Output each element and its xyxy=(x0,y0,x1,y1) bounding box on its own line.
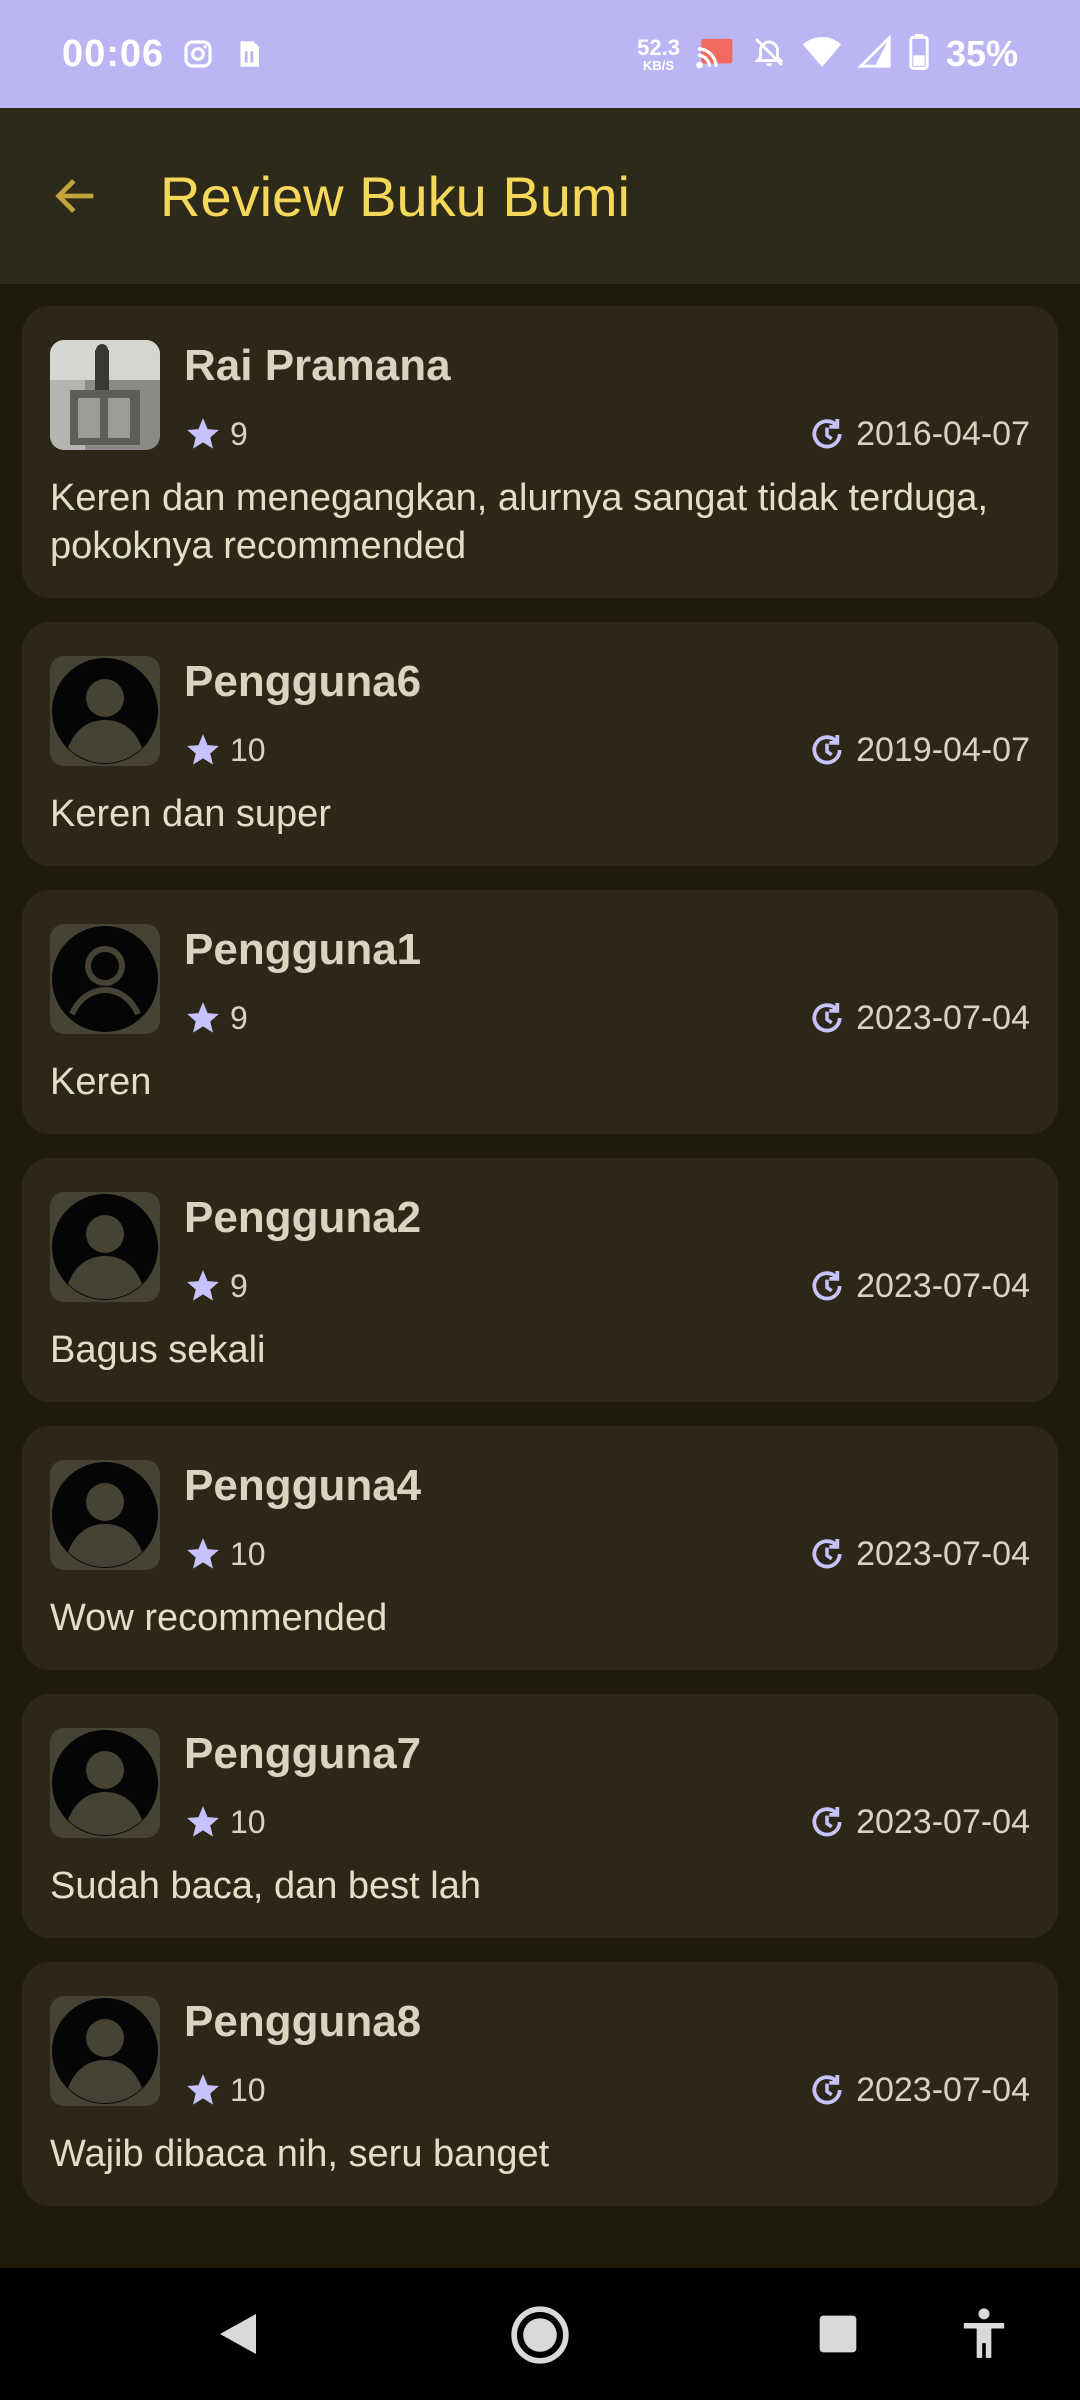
date-value: 2019-04-07 xyxy=(856,730,1030,769)
reviewer-name: Pengguna2 xyxy=(184,1193,422,1242)
review-card[interactable]: Pengguna4 10 2023-07-04 Wow recommended xyxy=(22,1426,1058,1670)
rating: 9 xyxy=(184,1267,248,1305)
reviewer-name: Pengguna1 xyxy=(184,925,422,974)
star-icon xyxy=(187,1806,219,1837)
rating: 10 xyxy=(184,2071,266,2109)
accessibility-icon xyxy=(963,2308,1005,2358)
wifi-icon xyxy=(802,35,842,74)
star-icon xyxy=(187,734,219,765)
battery-icon xyxy=(908,33,930,75)
nav-back-button[interactable] xyxy=(208,2304,268,2364)
review-card[interactable]: Pengguna7 10 2023-07-04 Sudah baca, dan … xyxy=(22,1694,1058,1938)
home-circle-icon xyxy=(511,2306,569,2364)
date-value: 2023-07-04 xyxy=(856,998,1030,1037)
review-date: 2023-07-04 xyxy=(808,1267,1030,1306)
avatar xyxy=(50,1192,160,1302)
review-date: 2016-04-07 xyxy=(808,415,1030,454)
avatar xyxy=(50,1728,160,1838)
review-card[interactable]: Rai Pramana 9 2016-04-07 Keren dan meneg… xyxy=(22,306,1058,598)
arrow-left-icon xyxy=(55,179,94,213)
history-icon xyxy=(812,1002,842,1033)
app-bar: Review Buku Bumi xyxy=(0,108,1080,284)
nav-home-button[interactable] xyxy=(500,2300,580,2370)
rating-value: 10 xyxy=(230,731,266,768)
history-icon xyxy=(812,418,842,449)
star-icon xyxy=(187,1538,219,1569)
history-icon xyxy=(812,1806,842,1837)
avatar xyxy=(50,1996,160,2106)
review-list: Rai Pramana 9 2016-04-07 Keren dan meneg… xyxy=(22,306,1058,2230)
nav-recents-button[interactable] xyxy=(808,2304,868,2364)
reviewer-name: Rai Pramana xyxy=(184,341,451,390)
review-date: 2023-07-04 xyxy=(808,1535,1030,1574)
status-time: 00:06 xyxy=(62,32,165,75)
status-icons: 52.3 KB/S 35% xyxy=(637,33,1018,75)
history-icon xyxy=(812,734,842,765)
signal-icon xyxy=(857,33,892,74)
rating-value: 9 xyxy=(230,1267,248,1304)
date-value: 2023-07-04 xyxy=(856,2070,1030,2109)
net-speed-unit: KB/S xyxy=(642,57,675,73)
reviewer-name: Pengguna7 xyxy=(184,1729,422,1778)
review-text: Keren dan super xyxy=(50,793,331,835)
review-text: Wajib dibaca nih, seru banget xyxy=(50,2133,550,2175)
net-speed-value: 52.3 xyxy=(637,34,680,60)
reviewer-name: Pengguna4 xyxy=(184,1461,422,1510)
reviewer-name: Pengguna8 xyxy=(184,1997,422,2046)
star-icon xyxy=(187,1270,219,1301)
rating: 10 xyxy=(184,1803,266,1841)
history-icon xyxy=(812,2074,842,2105)
review-text: Wow recommended xyxy=(50,1597,388,1639)
review-date: 2023-07-04 xyxy=(808,1803,1030,1842)
back-button[interactable] xyxy=(36,156,116,236)
net-speed: 52.3 KB/S xyxy=(637,34,680,73)
sim-icon xyxy=(232,37,266,71)
reviewer-name: Pengguna6 xyxy=(184,657,422,706)
review-text: Sudah baca, dan best lah xyxy=(50,1865,482,1907)
battery-percent: 35% xyxy=(945,33,1018,74)
star-icon xyxy=(187,2074,219,2105)
rating-value: 9 xyxy=(230,999,248,1036)
history-icon xyxy=(812,1538,842,1569)
avatar xyxy=(50,924,160,1034)
avatar xyxy=(50,1460,160,1570)
review-card[interactable]: Pengguna1 9 2023-07-04 Keren xyxy=(22,890,1058,1134)
review-card[interactable]: Pengguna8 10 2023-07-04 Wajib dibaca nih… xyxy=(22,1962,1058,2206)
page-title: Review Buku Bumi xyxy=(160,164,630,228)
review-date: 2023-07-04 xyxy=(808,2071,1030,2110)
instagram-icon xyxy=(182,38,214,70)
review-date: 2023-07-04 xyxy=(808,999,1030,1038)
review-card[interactable]: Pengguna2 9 2023-07-04 Bagus sekali xyxy=(22,1158,1058,1402)
rating-value: 10 xyxy=(230,1803,266,1840)
rating-value: 10 xyxy=(230,1535,266,1572)
review-text: Keren xyxy=(50,1061,152,1103)
review-card[interactable]: Pengguna6 10 2019-04-07 Keren dan super xyxy=(22,622,1058,866)
avatar xyxy=(50,656,160,766)
review-date: 2019-04-07 xyxy=(808,731,1030,770)
date-value: 2023-07-04 xyxy=(856,1534,1030,1573)
star-icon xyxy=(187,418,219,449)
review-text: Keren dan menegangkan, alurnya sangat ti… xyxy=(50,477,988,567)
nav-accessibility-button[interactable] xyxy=(954,2304,1014,2364)
bell-off-icon xyxy=(752,35,786,74)
date-value: 2023-07-04 xyxy=(856,1802,1030,1841)
rating: 10 xyxy=(184,1535,266,1573)
rating-value: 10 xyxy=(230,2071,266,2108)
review-text: Bagus sekali xyxy=(50,1329,266,1371)
rating-value: 9 xyxy=(230,415,248,452)
star-icon xyxy=(187,1002,219,1033)
rating: 9 xyxy=(184,999,248,1037)
date-value: 2016-04-07 xyxy=(856,414,1030,453)
avatar xyxy=(50,340,160,450)
rating: 10 xyxy=(184,731,266,769)
back-triangle-icon xyxy=(220,2314,256,2354)
status-bar: 00:06 52.3 KB/S 35% xyxy=(0,0,1080,108)
recents-square-icon xyxy=(819,2315,857,2353)
system-nav-bar xyxy=(0,2268,1080,2400)
history-icon xyxy=(812,1270,842,1301)
cast-icon xyxy=(696,34,736,75)
date-value: 2023-07-04 xyxy=(856,1266,1030,1305)
rating: 9 xyxy=(184,415,248,453)
